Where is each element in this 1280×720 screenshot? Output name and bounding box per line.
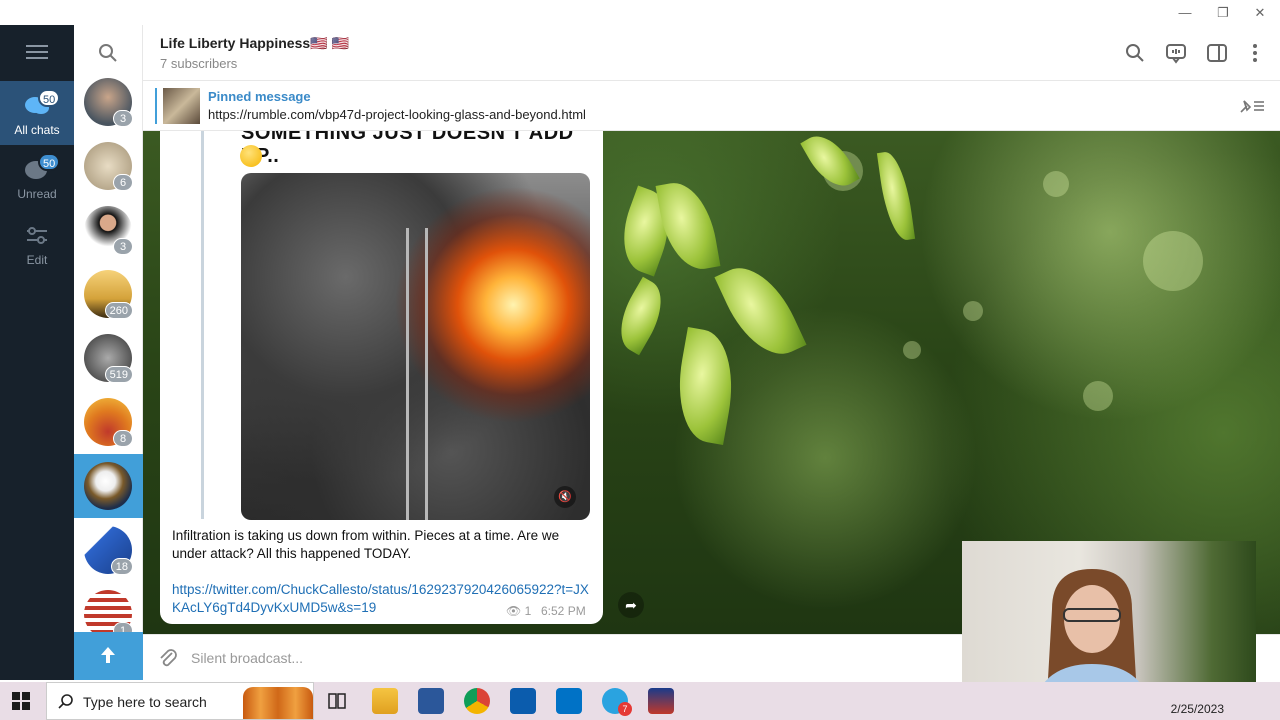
unread-badge: 3 bbox=[113, 238, 133, 255]
pinned-text: https://rumble.com/vbp47d-project-lookin… bbox=[208, 107, 586, 122]
sidebar-toggle-icon[interactable] bbox=[1206, 42, 1228, 64]
restore-button[interactable]: ❐ bbox=[1209, 4, 1237, 22]
unread-badge: 519 bbox=[104, 366, 133, 383]
eye-icon: 👁 bbox=[506, 604, 525, 618]
leaf bbox=[714, 254, 807, 368]
chat-item[interactable]: 18 bbox=[74, 518, 143, 582]
task-view-icon[interactable] bbox=[324, 688, 350, 714]
subscriber-count: 7 subscribers bbox=[160, 56, 238, 71]
chat-item[interactable]: 6 bbox=[74, 134, 143, 198]
leaf bbox=[876, 149, 916, 243]
chat-list: 3 6 3 260 519 8 18 1 bbox=[74, 25, 143, 680]
menu-icon[interactable] bbox=[26, 45, 48, 59]
views-value: 1 bbox=[524, 604, 532, 618]
folder-label: Edit bbox=[26, 253, 48, 267]
chat-item[interactable]: 3 bbox=[74, 198, 143, 262]
chat-item[interactable]: 8 bbox=[74, 390, 143, 454]
telegram-icon[interactable]: 7 bbox=[602, 688, 632, 716]
chat-item[interactable]: 3 bbox=[74, 70, 143, 134]
scroll-to-top-button[interactable] bbox=[74, 632, 143, 680]
bokeh bbox=[1143, 231, 1203, 291]
channel-title: Life Liberty Happiness🇺🇸 🇺🇸 bbox=[160, 35, 349, 51]
folder-unread[interactable]: 50 Unread bbox=[0, 145, 74, 209]
thinking-emoji-icon bbox=[240, 145, 262, 167]
leaf bbox=[607, 276, 675, 356]
recorder-icon[interactable] bbox=[648, 688, 674, 714]
chat-item[interactable]: 260 bbox=[74, 262, 143, 326]
views-count: 👁 1 bbox=[506, 604, 531, 618]
pin-list-icon[interactable] bbox=[1238, 97, 1266, 115]
minimize-button[interactable]: — bbox=[1171, 4, 1199, 22]
search-icon bbox=[58, 694, 73, 709]
store-icon[interactable] bbox=[510, 688, 536, 714]
bokeh bbox=[1043, 171, 1069, 197]
windows-start-icon[interactable] bbox=[12, 692, 30, 710]
leaf bbox=[655, 177, 721, 275]
unread-badge: 18 bbox=[110, 558, 133, 575]
folder-edit[interactable]: Edit bbox=[0, 211, 74, 275]
title-bar: — ❐ ✕ bbox=[0, 0, 1280, 25]
unread-badge: 260 bbox=[104, 302, 133, 319]
search-icon[interactable] bbox=[1124, 42, 1146, 64]
taskbar-date: 2/25/2023 bbox=[1170, 702, 1224, 716]
message-bubble[interactable]: SOMETHING JUST DOESN'T ADD UP.. 🔇 Infilt… bbox=[160, 131, 603, 624]
oil-derrick-graphic bbox=[406, 228, 428, 520]
message-input[interactable] bbox=[191, 647, 891, 669]
message-text: Infiltration is taking us down from with… bbox=[172, 528, 560, 561]
mail-icon[interactable] bbox=[556, 688, 582, 714]
bokeh bbox=[1083, 381, 1113, 411]
pinned-thumbnail bbox=[163, 88, 200, 124]
arrow-up-icon bbox=[101, 647, 115, 663]
search-icon[interactable] bbox=[98, 43, 118, 63]
search-highlight-graphic bbox=[243, 687, 313, 719]
pinned-title: Pinned message bbox=[208, 89, 311, 104]
bokeh bbox=[963, 301, 983, 321]
taskbar-search[interactable]: Type here to search bbox=[46, 682, 314, 720]
message-heading: SOMETHING JUST DOESN'T ADD UP.. bbox=[241, 131, 574, 167]
folder-badge: 50 bbox=[38, 153, 61, 171]
folder-badge: 50 bbox=[38, 89, 61, 107]
taskbar-search-placeholder: Type here to search bbox=[83, 694, 207, 710]
file-explorer-icon[interactable] bbox=[372, 688, 398, 714]
windows-taskbar: Type here to search 7 2/25/2023 bbox=[0, 682, 1280, 720]
folder-label: Unread bbox=[17, 187, 57, 201]
paperclip-icon[interactable] bbox=[157, 647, 179, 669]
chat-header[interactable]: Life Liberty Happiness🇺🇸 🇺🇸 7 subscriber… bbox=[143, 25, 1280, 81]
message-time: 6:52 PM bbox=[541, 604, 586, 618]
video-player[interactable]: 🔇 bbox=[241, 173, 590, 520]
telegram-window: — ❐ ✕ 50 All chats 50 Unread Edit 3 6 3 … bbox=[0, 0, 1280, 707]
leaf bbox=[668, 327, 743, 445]
more-vertical-icon[interactable] bbox=[1244, 42, 1266, 64]
unread-badge: 8 bbox=[113, 430, 133, 447]
pinned-message-bar[interactable]: Pinned message https://rumble.com/vbp47d… bbox=[143, 81, 1280, 131]
unread-badge: 3 bbox=[113, 110, 133, 127]
telegram-badge: 7 bbox=[618, 702, 632, 716]
folder-all-chats[interactable]: 50 All chats bbox=[0, 81, 74, 145]
quote-bar bbox=[201, 131, 204, 519]
unread-badge: 6 bbox=[113, 174, 133, 191]
chat-item-active[interactable] bbox=[74, 454, 143, 518]
word-icon[interactable] bbox=[418, 688, 444, 714]
share-button[interactable]: ➦ bbox=[618, 592, 644, 618]
avatar bbox=[84, 462, 132, 510]
chat-item[interactable]: 519 bbox=[74, 326, 143, 390]
mute-icon[interactable]: 🔇 bbox=[554, 486, 576, 508]
live-stream-icon[interactable] bbox=[1165, 42, 1187, 64]
folder-label: All chats bbox=[14, 123, 60, 137]
chrome-icon[interactable] bbox=[464, 688, 490, 714]
pinned-indicator bbox=[155, 88, 157, 124]
folders-rail: 50 All chats 50 Unread Edit bbox=[0, 25, 74, 680]
bokeh bbox=[903, 341, 921, 359]
close-button[interactable]: ✕ bbox=[1246, 4, 1274, 22]
sliders-icon bbox=[27, 227, 47, 244]
